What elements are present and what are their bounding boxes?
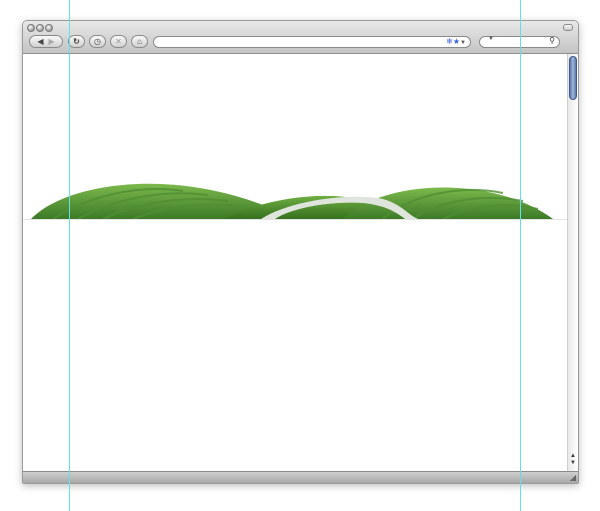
- resize-grip-icon[interactable]: ◢: [570, 473, 576, 482]
- history-button[interactable]: ◷: [89, 35, 106, 48]
- home-button[interactable]: ⌂: [131, 35, 148, 48]
- toolbar-toggle-button[interactable]: [563, 24, 573, 31]
- scrollbar-thumb[interactable]: [569, 56, 577, 100]
- dropdown-icon[interactable]: ▼: [460, 40, 466, 46]
- clock-icon: ◷: [94, 36, 101, 46]
- rss-icon[interactable]: ❄: [446, 37, 453, 46]
- guide-line-left: [69, 0, 70, 511]
- reload-button[interactable]: ↻: [68, 35, 85, 48]
- search-icon[interactable]: ⚲: [549, 36, 555, 45]
- home-icon: ⌂: [137, 36, 142, 46]
- vertical-scrollbar[interactable]: ▲ ▼: [567, 54, 578, 471]
- chevron-left-icon[interactable]: ◀: [37, 37, 43, 46]
- reload-icon: ↻: [73, 36, 80, 46]
- browser-toolbar: ◀ ▶ ↻ ◷ ✕ ⌂ ❄★▼ ▼ ⚲: [23, 21, 578, 54]
- status-bar: ◢: [23, 471, 578, 483]
- zoom-window-button[interactable]: [45, 24, 53, 32]
- scroll-down-icon[interactable]: ▼: [569, 460, 577, 467]
- address-bar[interactable]: ❄★▼: [153, 36, 471, 48]
- page-content: [23, 54, 568, 471]
- browser-window: ◀ ▶ ↻ ◷ ✕ ⌂ ❄★▼ ▼ ⚲ ▲ ▼ ◢: [22, 20, 579, 484]
- hills-image: [31, 183, 553, 220]
- scroll-up-icon[interactable]: ▲: [569, 453, 577, 460]
- search-engine-dropdown-icon[interactable]: ▼: [488, 36, 494, 42]
- screen: ◀ ▶ ↻ ◷ ✕ ⌂ ❄★▼ ▼ ⚲ ▲ ▼ ◢: [0, 0, 600, 511]
- scroll-arrows: ▲ ▼: [569, 453, 577, 467]
- hills-illustration: [23, 175, 568, 220]
- minimize-window-button[interactable]: [36, 24, 44, 32]
- stop-button[interactable]: ✕: [110, 35, 127, 48]
- close-window-button[interactable]: [27, 24, 35, 32]
- address-bar-icons: ❄★▼: [446, 37, 466, 48]
- chevron-right-icon[interactable]: ▶: [49, 37, 55, 46]
- back-forward-buttons: ◀ ▶: [29, 35, 63, 48]
- guide-line-right: [520, 0, 521, 511]
- close-icon: ✕: [115, 36, 122, 46]
- star-icon[interactable]: ★: [453, 37, 460, 46]
